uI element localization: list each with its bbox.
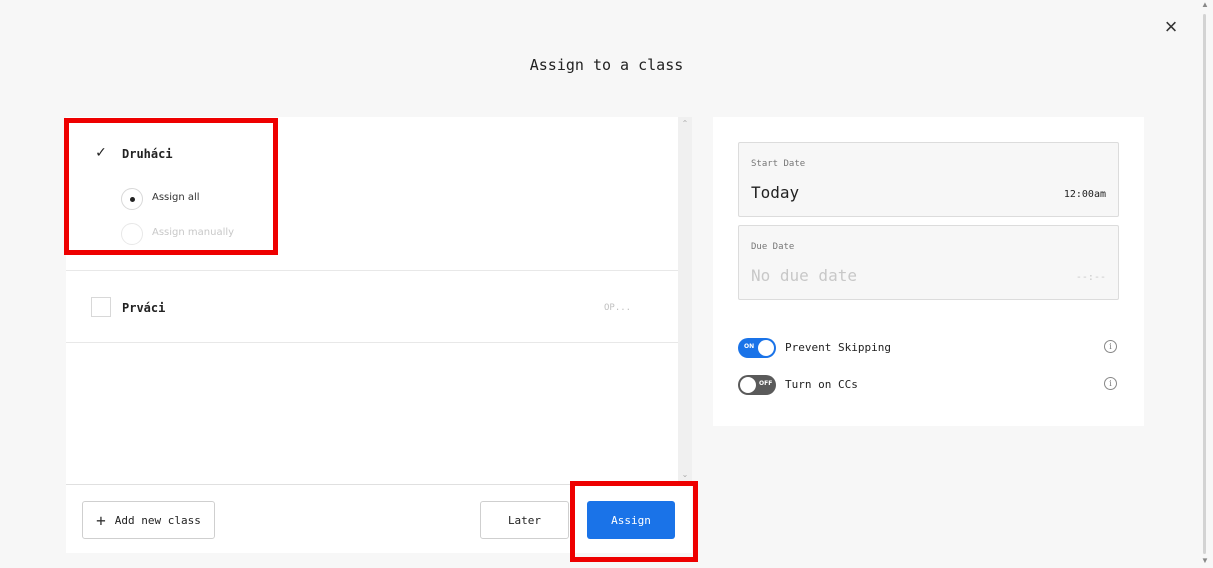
toggle-state: ON [744,343,755,350]
due-date-label: Due Date [751,242,795,252]
radio-label: Assign manually [152,227,235,238]
schedule-panel: Start Date Today 12:00am Due Date No due… [713,117,1144,426]
chevron-up-icon[interactable]: ⌃ [680,119,690,128]
start-date-field[interactable]: Start Date Today 12:00am [738,142,1119,217]
start-date-value: Today [751,183,800,202]
scroll-down-icon[interactable]: ▼ [1199,556,1211,565]
close-icon[interactable]: × [1160,16,1182,38]
prevent-skipping-row: ON Prevent Skipping i [738,338,1119,358]
class-name[interactable]: Prváci [122,301,165,315]
class-row-druhaci: ✓ Druháci Assign all Assign manually [66,117,678,271]
assign-button[interactable]: Assign [587,501,675,539]
dialog-footer: + Add new class Later Assign [66,484,692,553]
class-list: ✓ Druháci Assign all Assign manually Prv… [66,117,692,484]
due-date-placeholder: No due date [751,266,857,285]
add-new-class-label: Add new class [114,513,201,527]
radio-button[interactable] [121,223,143,245]
radio-button[interactable] [121,188,143,210]
later-button[interactable]: Later [480,501,569,539]
prevent-skipping-label: Prevent Skipping [785,341,891,354]
turn-on-ccs-row: OFF Turn on CCs i [738,375,1119,395]
toggle-state: OFF [759,380,773,387]
add-new-class-button[interactable]: + Add new class [82,501,215,539]
class-name[interactable]: Druháci [122,147,173,161]
start-date-label: Start Date [751,159,806,169]
chevron-down-icon[interactable]: ⌄ [680,470,690,479]
prevent-skipping-toggle[interactable]: ON [738,338,776,358]
info-icon[interactable]: i [1104,340,1117,353]
class-checkbox[interactable] [91,297,111,317]
scroll-up-icon[interactable]: ▲ [1199,0,1211,9]
radio-label: Assign all [152,192,200,203]
class-panel: ✓ Druháci Assign all Assign manually Prv… [66,117,692,553]
plus-icon: + [96,510,106,530]
due-time-placeholder[interactable]: --:-- [1076,272,1106,283]
turn-on-ccs-toggle[interactable]: OFF [738,375,776,395]
page-scrollbar[interactable]: ▲ ▼ [1198,0,1213,568]
class-checkbox[interactable]: ✓ [91,143,111,163]
class-row-prvaci: Prváci OP... [66,271,678,343]
info-icon[interactable]: i [1104,377,1117,390]
turn-on-ccs-label: Turn on CCs [785,378,858,391]
scrollbar-thumb[interactable] [1203,14,1206,554]
list-scrollbar[interactable]: ⌃ ⌄ [678,117,692,484]
class-extra-text: OP... [604,303,632,313]
start-time-value[interactable]: 12:00am [1064,189,1106,200]
dialog-title: Assign to a class [529,56,684,74]
due-date-field[interactable]: Due Date No due date --:-- [738,225,1119,300]
